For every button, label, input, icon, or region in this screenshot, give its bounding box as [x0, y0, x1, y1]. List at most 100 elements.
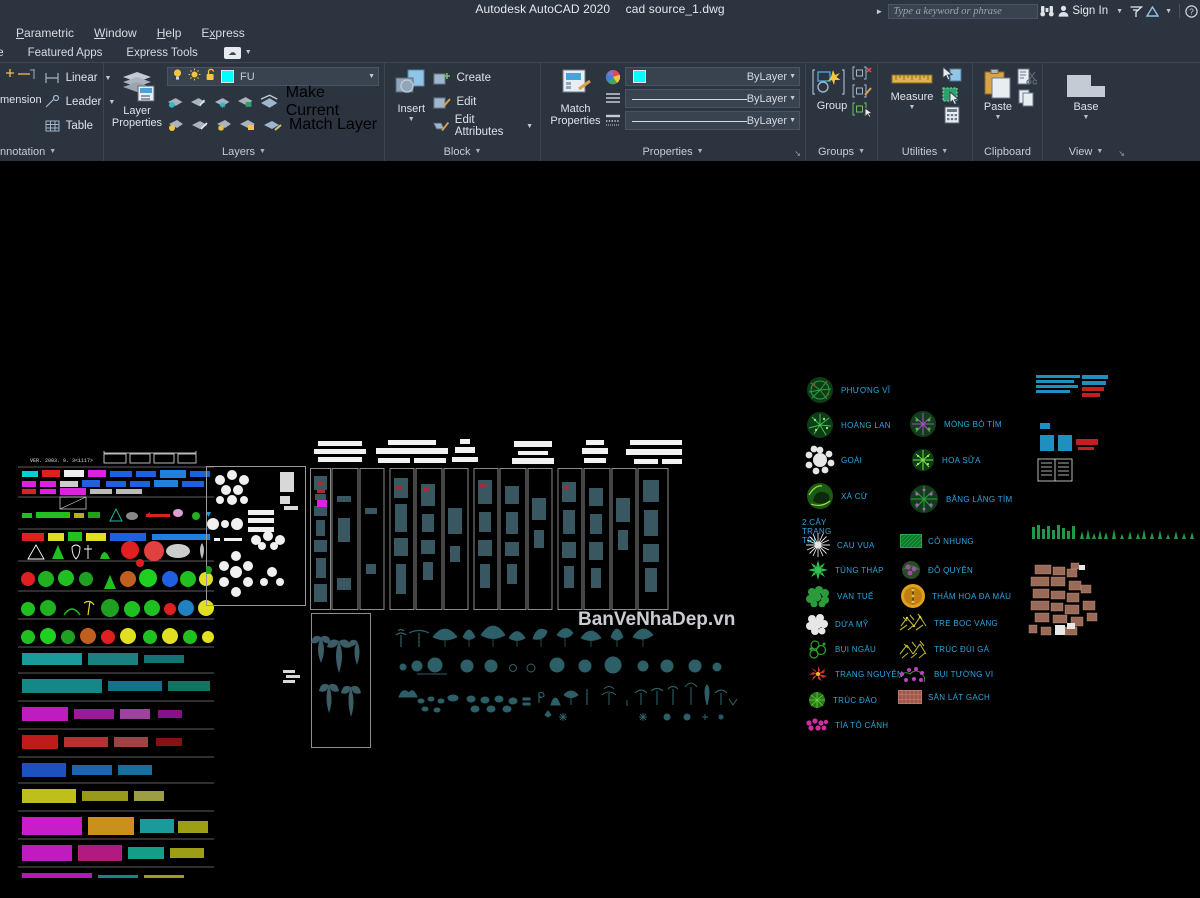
- panel-title-view[interactable]: View ▼ ↘: [1043, 142, 1129, 161]
- cad-palm-panel[interactable]: [311, 613, 371, 748]
- layer-turn-all-on-icon[interactable]: [167, 117, 184, 132]
- legend-item-tham-hoa-da-mau[interactable]: THẢM HOA ĐA MÀU: [900, 583, 1011, 609]
- legend-item-bui-tuong-vi[interactable]: BỤI TƯỜNG VI: [896, 664, 993, 684]
- legend-item-san-lat-gach[interactable]: SÂN LÁT GẠCH: [898, 690, 990, 704]
- triangle-app-icon[interactable]: [1144, 0, 1161, 22]
- color-wheel-icon[interactable]: [605, 69, 621, 85]
- layer-thaw-icon[interactable]: [215, 117, 232, 132]
- select-similar-icon[interactable]: [941, 86, 963, 104]
- unlock-icon[interactable]: [205, 68, 217, 86]
- legend-item-trang-nguyen[interactable]: TRẠNG NGUYÊN: [807, 664, 903, 684]
- legend-item-dua-my[interactable]: DỨA MỸ: [805, 612, 869, 636]
- cad-plan-header-symbols[interactable]: [312, 438, 682, 472]
- dimension-label[interactable]: mension: [0, 94, 42, 106]
- layer-properties-button[interactable]: Layer Properties: [109, 67, 165, 129]
- panel-title-properties[interactable]: Properties ▼ ↘: [541, 142, 805, 161]
- cad-block-library-left[interactable]: VER. 2003. 9. 3<1117>: [18, 451, 228, 878]
- dimension-icon[interactable]: [4, 67, 38, 93]
- lineweight-property-row[interactable]: ByLayer ▼: [605, 111, 800, 130]
- tab-partial[interactable]: te: [0, 47, 16, 59]
- create-block-button[interactable]: Create: [433, 67, 535, 89]
- cad-tree-symbol-rows[interactable]: [395, 619, 745, 724]
- panel-title-layers[interactable]: Layers ▼: [104, 142, 384, 161]
- calculator-icon[interactable]: [941, 106, 963, 124]
- legend-item-hoa-sua[interactable]: HOA SỮA: [910, 447, 981, 473]
- search-input[interactable]: Type a keyword or phrase: [888, 3, 1039, 19]
- cad-plan-strips[interactable]: [310, 468, 670, 610]
- cad-brick-cluster[interactable]: [1025, 561, 1135, 641]
- cad-small-symbol[interactable]: [281, 668, 303, 686]
- panel-title-annotation[interactable]: nnotation ▼: [0, 142, 103, 161]
- linetype-property-row[interactable]: ByLayer ▼: [605, 89, 800, 108]
- layer-isolate-icon[interactable]: [190, 94, 206, 109]
- chevron-down-icon[interactable]: ▼: [474, 148, 481, 155]
- menu-item-express[interactable]: Express: [191, 26, 254, 40]
- panel-title-groups[interactable]: Groups ▼: [806, 142, 877, 161]
- legend-item-van-tue[interactable]: VẠN TUẾ: [805, 585, 874, 607]
- tab-featured-apps[interactable]: Featured Apps: [16, 47, 115, 59]
- group-selection-icon[interactable]: [852, 101, 872, 118]
- menu-item-window[interactable]: Window: [84, 26, 147, 40]
- quick-select-icon[interactable]: [941, 66, 963, 84]
- group-button[interactable]: Group: [810, 66, 854, 112]
- copy-icon[interactable]: [1017, 89, 1037, 107]
- chevron-down-icon[interactable]: ▼: [858, 148, 865, 155]
- lineweight-selector[interactable]: ByLayer ▼: [625, 111, 800, 130]
- legend-item-do-quyen[interactable]: ĐỖ QUYÊN: [900, 559, 973, 581]
- help-icon[interactable]: ?: [1183, 0, 1200, 22]
- legend-item-phuong-vi[interactable]: PHƯỢNG VĨ: [805, 375, 890, 405]
- chevron-down-icon[interactable]: ▼: [789, 73, 796, 80]
- paste-button[interactable]: Paste ▼: [979, 67, 1017, 121]
- insert-button[interactable]: Insert ▼: [390, 67, 432, 123]
- legend-item-hoang-lan[interactable]: HOÀNG LAN: [805, 410, 891, 440]
- menu-item-parametric[interactable]: PParametricarametric: [6, 26, 84, 40]
- legend-item-mong-bo-tim[interactable]: MÓNG BÒ TÍM: [908, 409, 1002, 439]
- chevron-down-icon[interactable]: ▼: [1096, 148, 1103, 155]
- match-layer-label[interactable]: Match Layer: [289, 116, 377, 134]
- legend-item-tia-to-canh[interactable]: TÍA TÔ CẢNH: [805, 717, 888, 733]
- panel-dialog-launcher[interactable]: ↘: [1118, 149, 1125, 158]
- chevron-down-icon[interactable]: ▼: [49, 148, 56, 155]
- panel-title-utilities[interactable]: Utilities ▼: [878, 142, 972, 161]
- legend-item-tung-thap[interactable]: TÙNG THÁP: [807, 559, 884, 581]
- color-property-row[interactable]: ByLayer ▼: [605, 67, 800, 86]
- legend-item-tre-boc-vang[interactable]: TRE BỌC VÀNG: [898, 612, 998, 634]
- legend-item-bui-ngau[interactable]: BỤI NGÂU: [807, 638, 876, 660]
- layer-off-icon[interactable]: [167, 94, 183, 109]
- make-current-icon[interactable]: [260, 94, 279, 110]
- panel-dialog-launcher[interactable]: ↘: [794, 149, 801, 158]
- measure-button[interactable]: Measure ▼: [883, 67, 941, 111]
- chevron-down-icon[interactable]: ▼: [259, 148, 266, 155]
- sun-icon[interactable]: [188, 68, 201, 86]
- cad-ornament-panel[interactable]: [206, 466, 306, 606]
- legend-item-cau-vua[interactable]: CAU VUA: [805, 532, 875, 558]
- cut-icon[interactable]: [1017, 68, 1037, 86]
- linetype-selector[interactable]: ByLayer ▼: [625, 89, 800, 108]
- lightbulb-icon[interactable]: [171, 68, 184, 86]
- legend-item-truc-dui-ga[interactable]: TRÚC ĐÙI GÀ: [898, 638, 989, 660]
- autodesk-exchange-icon[interactable]: [1127, 0, 1144, 22]
- layer-unisolate-icon[interactable]: [191, 117, 208, 132]
- layer-unlock-icon[interactable]: [239, 117, 256, 132]
- panel-title-block[interactable]: Block ▼: [385, 142, 540, 161]
- chevron-down-icon[interactable]: ▼: [697, 148, 704, 155]
- match-properties-button[interactable]: Match Properties: [546, 67, 605, 127]
- caret-down-icon[interactable]: ▼: [1161, 8, 1176, 15]
- edit-attributes-button[interactable]: Edit Attributes ▼: [433, 114, 535, 138]
- edit-block-button[interactable]: Edit: [433, 91, 535, 113]
- chevron-down-icon[interactable]: ▼: [789, 117, 796, 124]
- lineweight-icon[interactable]: [605, 113, 621, 129]
- binoculars-icon[interactable]: [1038, 0, 1056, 22]
- cloud-dropdown-button[interactable]: ☁ ▼: [223, 46, 252, 59]
- linetype-icon[interactable]: [605, 91, 621, 107]
- ungroup-icon[interactable]: [852, 65, 872, 82]
- layer-freeze-icon[interactable]: [214, 94, 230, 109]
- legend-item-goai[interactable]: GOÀI: [805, 445, 862, 475]
- panel-title-clipboard[interactable]: Clipboard: [973, 142, 1042, 161]
- person-icon[interactable]: [1056, 0, 1071, 22]
- chevron-down-icon[interactable]: ▼: [368, 73, 375, 80]
- layer-color-swatch[interactable]: [221, 70, 234, 83]
- legend-item-xa-cu[interactable]: XÀ CỪ: [805, 481, 868, 511]
- layer-lock-icon[interactable]: [237, 94, 253, 109]
- chevron-down-icon[interactable]: ▼: [941, 148, 948, 155]
